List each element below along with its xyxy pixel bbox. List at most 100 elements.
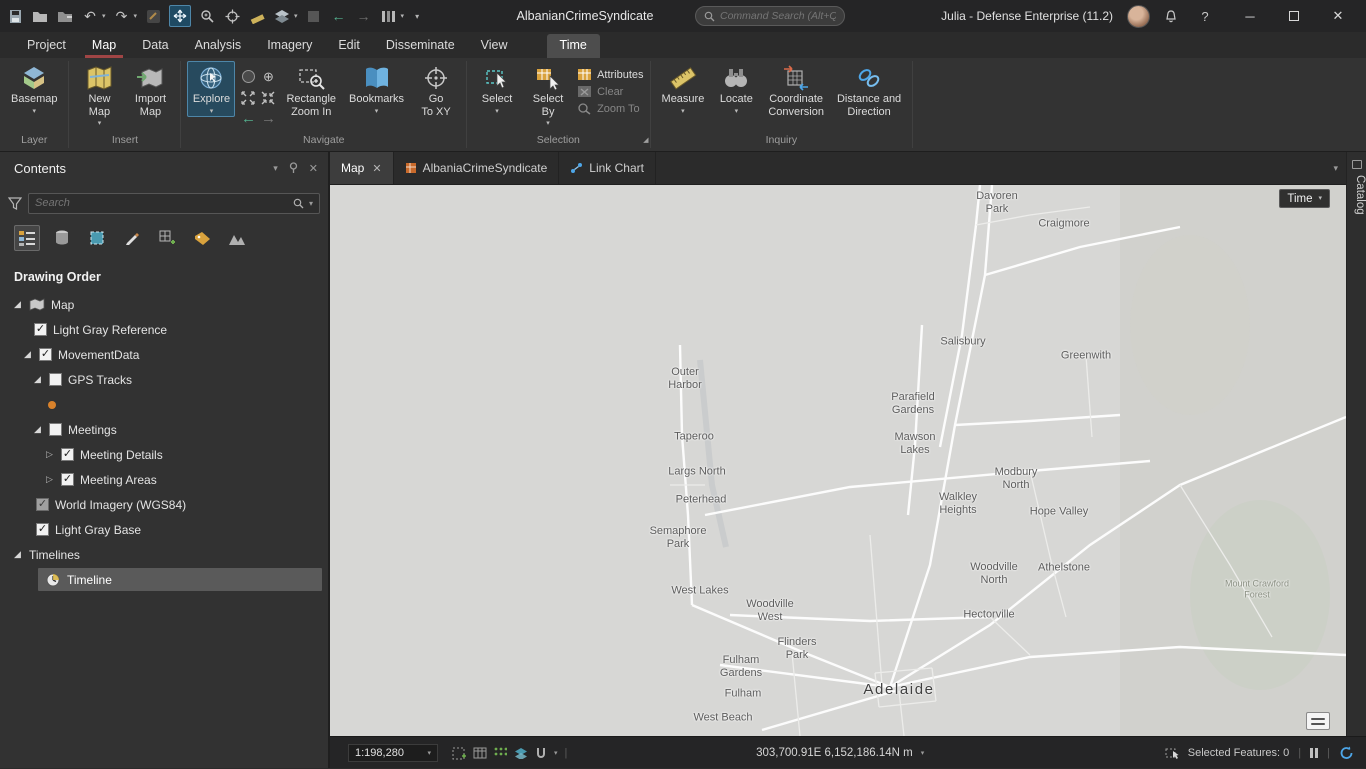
checkbox-checked[interactable]: ✓ [61,473,74,486]
layer-item-meeting-details[interactable]: ▷ ✓ Meeting Details [0,442,322,467]
expander-icon[interactable]: ◢ [12,299,23,310]
catalog-pane-tab[interactable]: Catalog [1346,152,1366,736]
map-viewport[interactable]: Davoren ParkCraigmoreSalisburyGreenwithO… [330,185,1346,736]
tab-list-chevron-icon[interactable]: ▾ [1333,163,1346,174]
selection-grid-icon[interactable] [452,747,466,760]
explore-tool-icon[interactable] [169,5,191,27]
layer-item-meetings[interactable]: ◢ Meetings [0,417,322,442]
tab-list-by-editing[interactable] [119,225,145,251]
customize-qat-chevron-icon[interactable]: ▾ [415,12,419,21]
ribbon-tab[interactable]: Imagery [254,34,325,58]
layer-item-map[interactable]: ◢ Map [0,292,322,317]
go-to-xy-target-icon[interactable] [223,7,241,25]
close-tab-icon[interactable]: ✕ [372,162,381,175]
checkbox-checked[interactable]: ✓ [36,523,49,536]
import-map-button[interactable]: Import Map [126,61,174,120]
previous-extent-icon[interactable]: ← [330,7,348,25]
distance-direction-button[interactable]: Distance and Direction [832,61,906,120]
expander-collapsed-icon[interactable]: ▷ [44,474,55,485]
layer-item-movement-data[interactable]: ◢ ✓ MovementData [0,342,322,367]
new-map-button[interactable]: New Map ▾ [75,61,123,129]
fixed-zoom-in-icon[interactable]: ⊕ [263,69,274,85]
panel-menu-chevron-icon[interactable]: ▾ [273,163,278,174]
measure-button[interactable]: Measure ▾ [657,61,710,117]
table-icon[interactable] [473,747,487,759]
ribbon-tab[interactable]: Data [129,34,181,58]
layer-item-gps-tracks[interactable]: ◢ GPS Tracks [0,367,322,392]
undo-icon[interactable]: ↶ [81,7,99,25]
view-tab-map[interactable]: Map ✕ [330,152,394,184]
ribbon-tab[interactable]: View [468,34,521,58]
tab-list-by-data-source[interactable] [49,225,75,251]
tab-list-by-selection[interactable] [84,225,110,251]
view-tab-link-chart[interactable]: Link Chart [559,152,656,184]
layer-item-light-gray-base[interactable]: ✓ Light Gray Base [0,517,322,542]
expander-collapsed-icon[interactable]: ▷ [44,449,55,460]
go-to-xy-button[interactable]: Go To XY [412,61,460,120]
bookmarks-button[interactable]: Bookmarks ▾ [344,61,409,117]
checkbox-checked[interactable]: ✓ [39,348,52,361]
save-project-icon[interactable] [6,7,24,25]
map-overview-toggle[interactable] [1306,712,1330,730]
gps-tracks-symbol[interactable] [0,392,322,417]
ribbon-tab[interactable]: Disseminate [373,34,468,58]
rectangle-zoom-in-button[interactable]: Rectangle Zoom In [281,61,341,120]
layers-icon[interactable] [273,7,291,25]
tab-list-by-perspective[interactable] [224,225,250,251]
pin-icon[interactable] [288,162,299,174]
avatar[interactable] [1127,5,1150,28]
redo-icon[interactable]: ↷ [113,7,131,25]
ribbon-tab[interactable]: Map [79,34,129,58]
snap-points-icon[interactable] [494,747,507,759]
checkbox-checked[interactable]: ✓ [61,448,74,461]
attributes-button[interactable]: Attributes [577,68,643,81]
select-by-button[interactable]: Select By ▾ [524,61,572,129]
view-tab-albania-crime-syndicate[interactable]: AlbaniaCrimeSyndicate [394,152,560,184]
redo-chevron-icon[interactable]: ▾ [134,12,138,20]
notifications-bell-icon[interactable] [1164,9,1182,24]
coordinate-readout[interactable]: 303,700.91E 6,152,186.14N m ▾ [756,737,924,769]
ribbon-tab[interactable]: Time [547,34,600,58]
report-columns-icon[interactable] [380,7,398,25]
selected-features-count[interactable]: Selected Features: 0 [1188,747,1290,759]
dialog-launcher-icon[interactable]: ◢ [643,136,648,144]
contents-search[interactable]: ▾ [28,193,320,214]
ribbon-tab[interactable]: Edit [325,34,373,58]
layer-item-world-imagery[interactable]: ✓ World Imagery (WGS84) [0,492,322,517]
layer-item-meeting-areas[interactable]: ▷ ✓ Meeting Areas [0,467,322,492]
pause-drawing-icon[interactable] [1310,748,1318,758]
ribbon-tab[interactable]: Project [14,34,79,58]
tab-list-by-labeling[interactable] [189,225,215,251]
edit-tool-icon[interactable] [144,7,162,25]
measure-tool-icon[interactable] [248,7,266,25]
maximize-button[interactable] [1272,0,1316,32]
full-extent-icon[interactable] [241,69,256,84]
chevron-down-icon[interactable]: ▾ [554,750,558,757]
layers-chevron-icon[interactable]: ▾ [294,12,298,20]
checkbox-checked-dim[interactable]: ✓ [36,498,49,511]
contents-search-input[interactable] [35,197,288,209]
ribbon-tab[interactable]: Analysis [182,34,255,58]
expander-icon[interactable]: ◢ [22,349,33,360]
minimize-button[interactable]: ─ [1228,0,1272,32]
layer-item-light-gray-reference[interactable]: ✓ Light Gray Reference [0,317,322,342]
expander-icon[interactable]: ◢ [32,374,43,385]
explore-button[interactable]: Explore ▾ [187,61,235,117]
command-search[interactable] [695,6,845,26]
command-search-input[interactable] [720,10,836,22]
tab-list-by-drawing-order[interactable] [14,225,40,251]
zoom-in-tool-icon[interactable] [198,7,216,25]
checkbox-unchecked[interactable] [49,373,62,386]
select-button[interactable]: Select ▾ [473,61,521,117]
checkbox-checked[interactable]: ✓ [34,323,47,336]
expander-icon[interactable]: ◢ [12,549,23,560]
checkbox-unchecked[interactable] [49,423,62,436]
expander-icon[interactable]: ◢ [32,424,43,435]
signed-in-user[interactable]: Julia - Defense Enterprise (11.2) [941,9,1113,23]
search-options-chevron-icon[interactable]: ▾ [309,199,313,208]
magnet-snapping-icon[interactable] [535,747,547,759]
layer-item-timeline[interactable]: Timeline [38,568,322,591]
zoom-out-extent-icon[interactable] [241,91,255,105]
close-panel-icon[interactable]: ✕ [309,162,318,175]
undo-chevron-icon[interactable]: ▾ [102,12,106,20]
